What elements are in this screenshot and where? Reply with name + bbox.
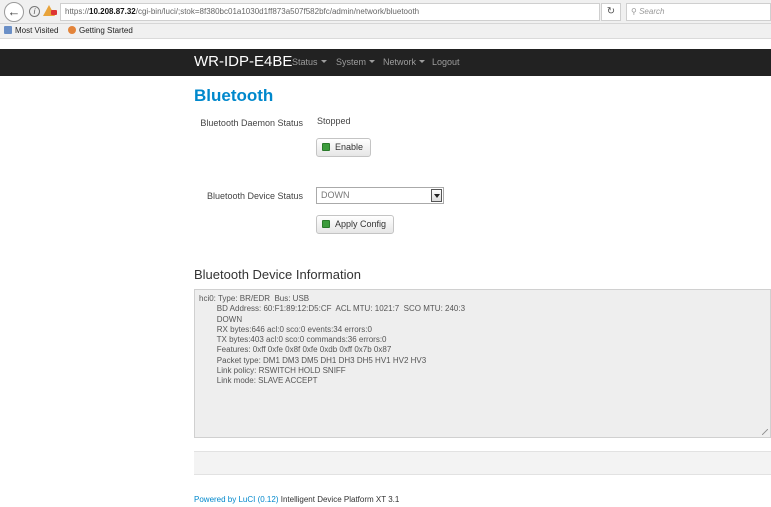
bookmark-label: Getting Started — [79, 26, 133, 35]
nav-label: Network — [383, 57, 417, 67]
enable-button-label: Enable — [335, 142, 364, 152]
page-title: Bluetooth — [194, 86, 274, 105]
search-placeholder: Search — [639, 7, 665, 16]
apply-config-label: Apply Config — [335, 219, 387, 229]
device-status-label: Bluetooth Device Status — [206, 191, 303, 201]
caret-down-icon — [419, 60, 426, 63]
device-status-select[interactable]: DOWN — [316, 187, 444, 204]
resize-grip-icon[interactable] — [762, 429, 768, 435]
search-input[interactable]: ⚲ Search — [626, 3, 771, 21]
browser-url-bar: ← i https://10.208.87.32/cgi-bin/luci/;s… — [0, 0, 771, 24]
url-host: 10.208.87.32 — [89, 7, 136, 16]
address-field[interactable]: https://10.208.87.32/cgi-bin/luci/;stok=… — [60, 3, 600, 21]
dropdown-arrow-icon[interactable] — [431, 189, 442, 202]
device-info-textarea[interactable]: hci0: Type: BR/EDR Bus: USB BD Address: … — [194, 289, 771, 438]
nav-label: Status — [292, 57, 318, 67]
bookmarks-toolbar: Most Visited Getting Started — [0, 24, 771, 39]
device-status-selected: DOWN — [321, 190, 350, 200]
daemon-status-label: Bluetooth Daemon Status — [200, 118, 303, 128]
nav-status[interactable]: Status — [292, 49, 327, 76]
info-icon[interactable]: i — [29, 6, 40, 17]
platform-text: Intelligent Device Platform XT 3.1 — [280, 495, 400, 504]
nav-logout[interactable]: Logout — [432, 49, 460, 76]
device-info-title: Bluetooth Device Information — [194, 267, 361, 282]
back-arrow-icon[interactable]: ← — [4, 2, 24, 22]
apply-config-button[interactable]: Apply Config — [316, 215, 395, 234]
top-navbar: WR-IDP-E4BE Status System Network Logout — [0, 49, 771, 76]
magnifier-icon: ⚲ — [631, 7, 637, 16]
footer: Powered by LuCI (0.12) Intelligent Devic… — [194, 495, 399, 504]
url-prefix: https:// — [65, 7, 90, 16]
bookmark-getting-started[interactable]: Getting Started — [68, 24, 133, 38]
bookmark-most-visited[interactable]: Most Visited — [4, 24, 58, 38]
device-info-text: hci0: Type: BR/EDR Bus: USB BD Address: … — [199, 294, 466, 386]
reload-icon[interactable]: ↻ — [601, 3, 621, 21]
firefox-icon — [68, 26, 76, 34]
daemon-status-value: Stopped — [317, 116, 351, 126]
nav-system[interactable]: System — [336, 49, 376, 76]
brand-title[interactable]: WR-IDP-E4BE — [194, 49, 292, 75]
page-actions-bar — [194, 451, 771, 475]
nav-label: System — [336, 57, 367, 67]
caret-down-icon — [369, 60, 376, 63]
enable-icon — [322, 143, 330, 151]
folder-icon — [4, 26, 12, 34]
nav-network[interactable]: Network — [383, 49, 426, 76]
enable-button[interactable]: Enable — [316, 138, 372, 157]
apply-icon — [322, 220, 330, 228]
insecure-lock-icon — [51, 10, 57, 15]
bookmark-label: Most Visited — [15, 26, 59, 35]
caret-down-icon — [320, 60, 327, 63]
luci-link[interactable]: Powered by LuCI (0.12) — [194, 495, 279, 504]
url-path: /cgi-bin/luci/;stok=8f380bc01a1030d1ff87… — [135, 7, 420, 16]
